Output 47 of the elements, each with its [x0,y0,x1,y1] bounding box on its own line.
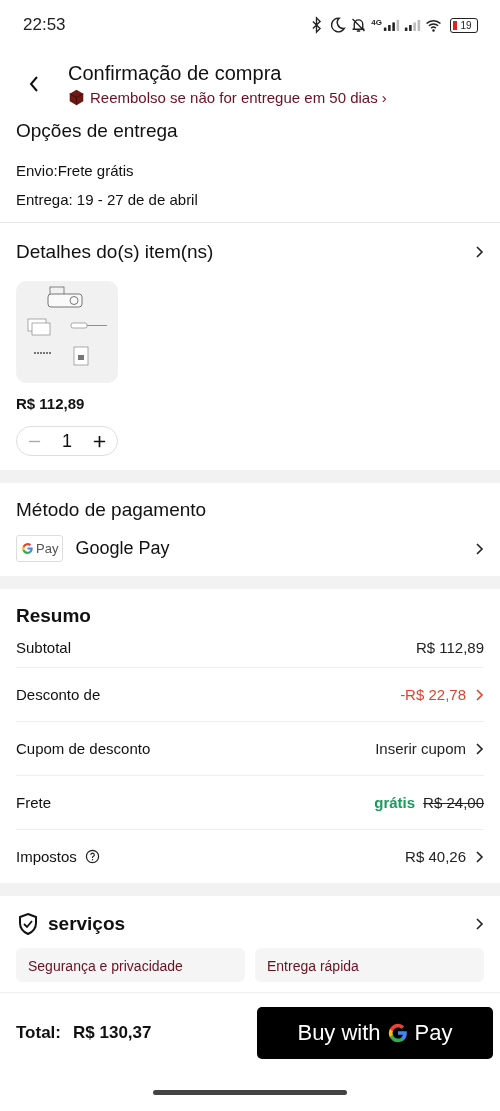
signal-icon [383,18,400,32]
summary-label: Frete [16,794,51,811]
section-title: Opções de entrega [16,120,179,142]
plus-icon[interactable] [91,433,107,449]
network-type: 4G [371,18,382,27]
moon-icon [329,16,347,34]
chevron-icon [474,540,484,557]
summary-label: Subtotal [16,638,72,656]
home-indicator[interactable] [153,1089,347,1095]
payment-method-row[interactable]: Pay Google Pay [16,535,484,562]
summary-label: Desconto de [16,686,101,703]
summary-value[interactable]: Inserir cupom [375,740,466,757]
back-icon[interactable] [28,74,40,94]
summary-label: Cupom de desconto [16,740,151,757]
total-amount: R$ 130,37 [73,1023,152,1043]
section-title: Resumo [16,605,92,627]
summary-value[interactable]: -R$ 22,78 [400,686,466,703]
g-logo-icon [386,1022,409,1044]
signal-icon [404,18,421,32]
summary-value[interactable]: R$ 40,26 [405,848,466,865]
chevron-icon [474,244,484,260]
delivery-date: Entrega: 19 - 27 de de abril [16,191,199,208]
section-title: Detalhes do(s) item(ns) [16,241,214,263]
section-title: Método de pagamento [16,499,208,521]
muted-bell-icon [350,16,368,34]
total-label: Total: [16,1023,61,1043]
package-icon [68,89,85,106]
battery-icon: 19 [450,17,478,33]
service-card[interactable]: Entrega rápida [255,948,484,982]
shield-check-icon [16,912,40,936]
help-icon[interactable] [84,849,100,864]
google-pay-logo: Pay [16,535,64,562]
section-title: serviços [48,913,126,935]
original-price: R$ 24,00 [423,794,484,811]
summary-value: R$ 112,89 [415,638,484,656]
status-time: 22:53 [23,15,66,35]
summary-label: Impostos [16,848,77,865]
shipping-method: Envio:Frete grátis [16,162,135,179]
summary-value: grátis [374,794,416,811]
buy-with-google-pay-button[interactable]: Buy with Pay [257,1007,493,1059]
chevron-icon [474,916,484,932]
g-logo-icon [21,542,34,555]
page-title: Confirmação de compra [68,62,283,85]
item-price: R$ 112,89 [16,395,86,412]
refund-notice-link[interactable]: Reembolso se não for entregue em 50 dias › [90,89,387,106]
service-card[interactable]: Segurança e privacidade [16,948,245,982]
quantity-value: 1 [61,430,72,452]
